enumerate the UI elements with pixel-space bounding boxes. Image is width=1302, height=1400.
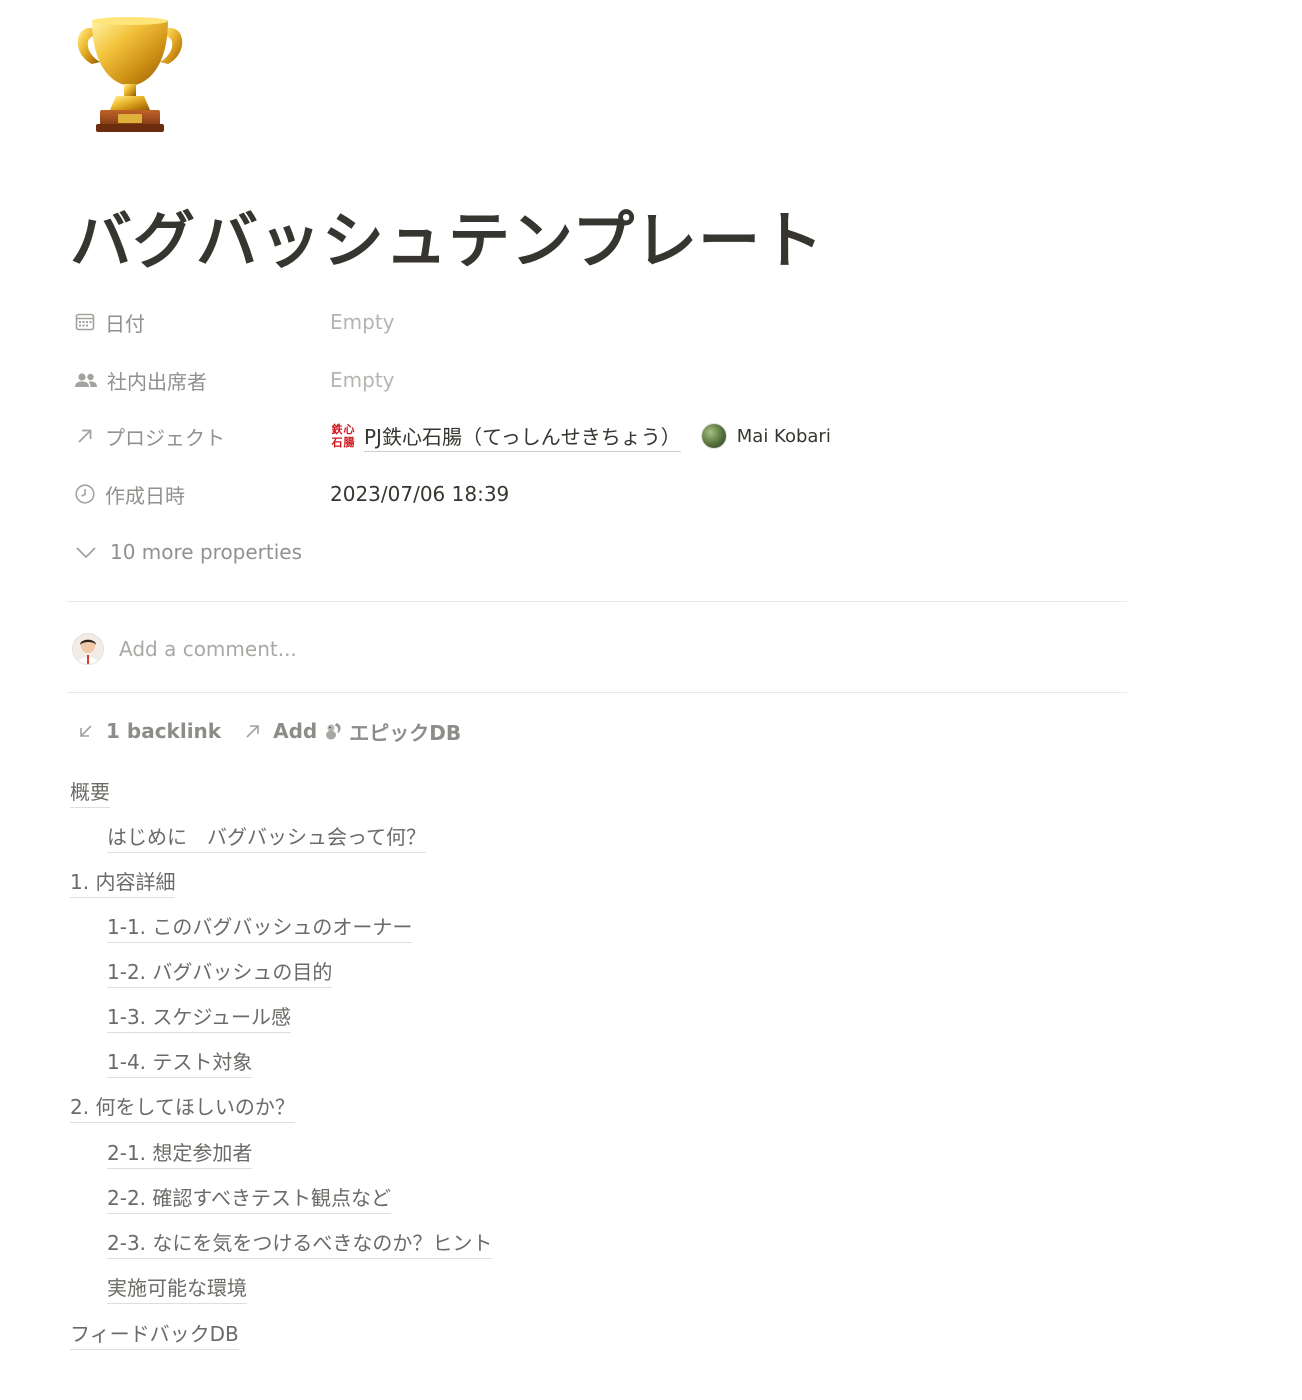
property-label: 作成日時 bbox=[105, 483, 185, 508]
person-chip[interactable]: Mai Kobari bbox=[700, 423, 831, 449]
toc-item[interactable]: 1-4. テスト対象 bbox=[107, 1042, 253, 1082]
add-relation-button[interactable]: Add エピックDB bbox=[243, 717, 461, 746]
person-name: Mai Kobari bbox=[736, 425, 831, 447]
backlinks-button[interactable]: 1 backlink bbox=[76, 719, 221, 743]
more-properties-label: 10 more properties bbox=[110, 540, 303, 564]
property-value-project: 鉄心石腸 PJ鉄心石腸（てっしんせきちょう） Mai Kobari bbox=[330, 416, 831, 456]
avatar bbox=[700, 423, 727, 449]
toc-item[interactable]: 実施可能な環境 bbox=[107, 1268, 247, 1308]
toc-item-label: 1-1. このバグバッシュのオーナー bbox=[107, 911, 413, 943]
toc-item-label: 2. 何をしてほしいのか？ bbox=[70, 1091, 295, 1123]
toc-item-label: はじめに バグバッシュ会って何？ bbox=[107, 821, 426, 853]
arrow-up-right-icon bbox=[246, 725, 259, 738]
logo-char: 心 bbox=[343, 423, 355, 436]
toc-item[interactable]: 2-3. なにを気をつけるべきなのか？ヒント bbox=[107, 1223, 493, 1263]
toc-item[interactable]: 1-1. このバグバッシュのオーナー bbox=[107, 907, 413, 947]
more-properties-toggle[interactable]: 10 more properties bbox=[68, 532, 1128, 572]
comment-bar[interactable]: Add a comment... bbox=[72, 628, 1122, 670]
toc-item[interactable]: 2-2. 確認すべきテスト観点など bbox=[107, 1178, 391, 1218]
toc-item-label: 概要 bbox=[70, 776, 110, 808]
toc-item[interactable]: 1-3. スケジュール感 bbox=[107, 997, 291, 1037]
backlinks-label: 1 backlink bbox=[106, 719, 222, 743]
toc-item-label: 1-2. バグバッシュの目的 bbox=[107, 956, 333, 988]
clock-icon bbox=[75, 484, 95, 504]
toc-item-label: フィードバックDB bbox=[70, 1318, 239, 1350]
property-value-date[interactable]: Empty bbox=[330, 302, 395, 342]
toc-item-label: 1-3. スケジュール感 bbox=[107, 1001, 291, 1033]
project-logo-icon: 鉄心石腸 bbox=[330, 423, 356, 449]
toc-item-label: 1-4. テスト対象 bbox=[107, 1046, 253, 1078]
property-value-created: 2023/07/06 18:39 bbox=[330, 482, 510, 506]
relation-arrow-icon bbox=[78, 429, 92, 443]
property-label: 社内出席者 bbox=[107, 369, 207, 394]
people-icon bbox=[75, 373, 97, 387]
property-label: 日付 bbox=[105, 311, 145, 336]
avatar bbox=[72, 633, 104, 665]
toc-item[interactable]: 2. 何をしてほしいのか？ bbox=[70, 1087, 295, 1127]
property-name-attendees[interactable]: 社内出席者 bbox=[74, 360, 207, 400]
page-title[interactable]: バグバッシュテンプレート bbox=[70, 190, 824, 280]
epic-db-label: エピックDB bbox=[349, 720, 462, 745]
divider bbox=[67, 692, 1127, 693]
property-row-created[interactable]: 作成日時 2023/07/06 18:39 bbox=[68, 474, 1128, 514]
add-label: Add bbox=[273, 719, 318, 743]
property-value-attendees[interactable]: Empty bbox=[330, 360, 395, 400]
comment-input[interactable]: Add a comment... bbox=[119, 637, 297, 661]
chevron-down-icon bbox=[76, 547, 96, 559]
property-label: プロジェクト bbox=[105, 425, 225, 450]
squirrel-icon bbox=[323, 721, 343, 741]
toc-item[interactable]: フィードバックDB bbox=[70, 1314, 239, 1354]
backlinks-bar: 1 backlink Add エピックDB bbox=[76, 714, 483, 748]
property-name-date[interactable]: 日付 bbox=[74, 302, 145, 342]
toc-item[interactable]: 概要 bbox=[70, 772, 110, 812]
toc-item[interactable]: 2-1. 想定参加者 bbox=[107, 1133, 253, 1173]
project-relation-label: PJ鉄心石腸（てっしんせきちょう） bbox=[364, 421, 681, 452]
trophy-icon[interactable] bbox=[70, 14, 190, 136]
more-properties-button[interactable]: 10 more properties bbox=[74, 532, 302, 572]
toc-item[interactable]: 1. 内容詳細 bbox=[70, 862, 176, 902]
project-relation-link[interactable]: 鉄心石腸 PJ鉄心石腸（てっしんせきちょう） bbox=[330, 421, 681, 452]
arrow-down-left-icon bbox=[80, 725, 92, 737]
property-row-project[interactable]: プロジェクト 鉄心石腸 PJ鉄心石腸（てっしんせきちょう） Mai Kobari bbox=[68, 416, 1128, 456]
toc-item-label: 実施可能な環境 bbox=[107, 1272, 247, 1304]
property-row-date[interactable]: 日付 Empty bbox=[68, 302, 1128, 342]
logo-char: 鉄 bbox=[331, 423, 343, 436]
logo-char: 腸 bbox=[343, 436, 355, 449]
property-row-attendees[interactable]: 社内出席者 Empty bbox=[68, 360, 1128, 400]
logo-char: 石 bbox=[331, 436, 343, 449]
toc-item-label: 2-3. なにを気をつけるべきなのか？ヒント bbox=[107, 1227, 493, 1259]
property-name-project[interactable]: プロジェクト bbox=[74, 416, 225, 456]
toc-item-label: 2-2. 確認すべきテスト観点など bbox=[107, 1182, 391, 1214]
toc-item[interactable]: 1-2. バグバッシュの目的 bbox=[107, 952, 333, 992]
calendar-icon bbox=[75, 313, 95, 331]
toc-item-label: 2-1. 想定参加者 bbox=[107, 1137, 253, 1169]
property-name-created[interactable]: 作成日時 bbox=[74, 474, 185, 514]
toc-item[interactable]: はじめに バグバッシュ会って何？ bbox=[107, 817, 426, 857]
divider bbox=[67, 601, 1127, 602]
toc-item-label: 1. 内容詳細 bbox=[70, 866, 176, 898]
